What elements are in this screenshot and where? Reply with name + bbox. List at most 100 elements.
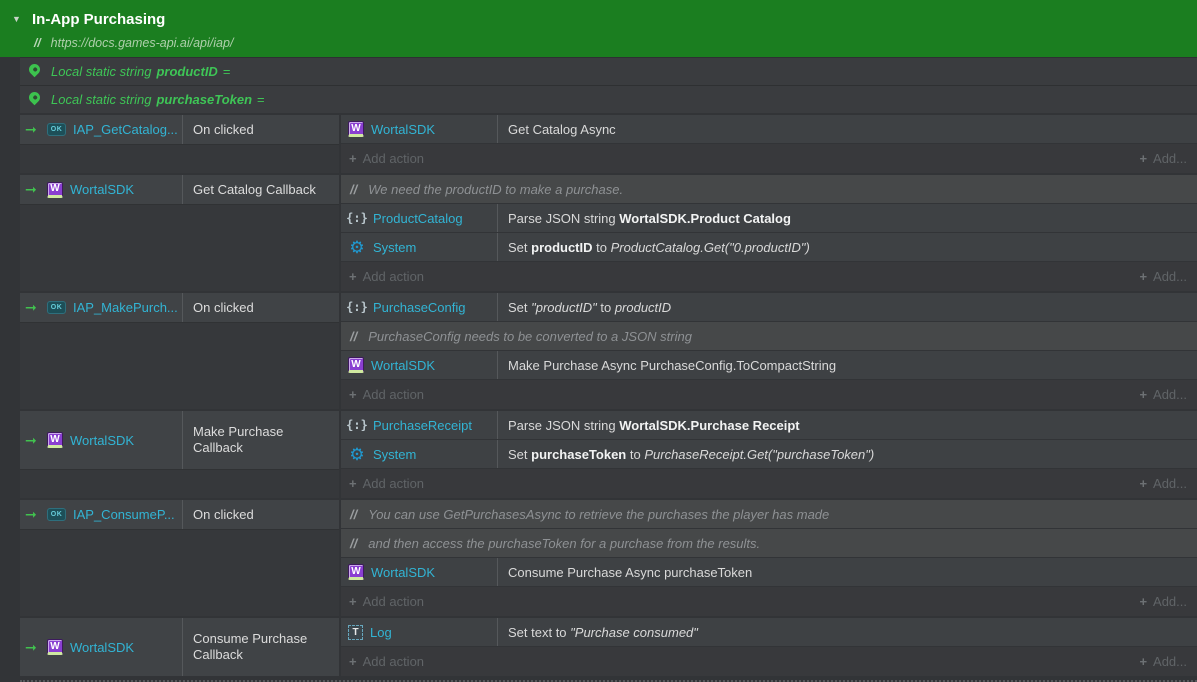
event-condition[interactable]: ➞ W WortalSDK Get Catalog Callback [20,175,339,204]
action-text[interactable]: Set purchaseToken to PurchaseReceipt.Get… [498,440,1197,468]
group-title[interactable]: In-App Purchasing [32,11,165,28]
condition-text[interactable]: Make Purchase Callback [183,411,339,469]
add-action-link[interactable]: +Add action [349,269,424,284]
condition-text[interactable]: Get Catalog Callback [183,175,339,204]
add-action-row: +Add action +Add... [341,144,1197,173]
action-text[interactable]: Set "productID" to productID [498,293,1197,321]
wortal-sdk-icon: W [47,432,63,448]
condition-object-name[interactable]: IAP_MakePurch... [73,300,178,315]
variable-pin-icon [27,62,43,78]
variable-declaration: Local static stringpurchaseToken= [51,92,265,107]
ok-button-icon: OK [47,301,66,314]
json-icon: {:} [348,211,366,225]
action-row[interactable]: ⚙ System Set productID to ProductCatalog… [341,233,1197,262]
event-block: ➞ W WortalSDK Get Catalog Callback // We… [20,175,1197,291]
condition-text[interactable]: Consume Purchase Callback [183,618,339,676]
add-more-link[interactable]: +Add... [1139,151,1187,166]
action-object-name[interactable]: ProductCatalog [373,211,463,226]
comment-slashes-icon: // [34,36,41,50]
action-object-name[interactable]: System [373,240,416,255]
add-more-link[interactable]: +Add... [1139,476,1187,491]
group-header: ▼ In-App Purchasing // https://docs.game… [0,0,1197,57]
action-text[interactable]: Set productID to ProductCatalog.Get("0.p… [498,233,1197,261]
add-action-link[interactable]: +Add action [349,151,424,166]
json-icon: {:} [348,300,366,314]
log-text-icon: T [348,625,363,640]
action-text[interactable]: Make Purchase Async PurchaseConfig.ToCom… [498,351,1197,379]
wortal-sdk-icon: W [348,357,364,373]
action-text[interactable]: Consume Purchase Async purchaseToken [498,558,1197,586]
event-condition[interactable]: ➞ W WortalSDK Make Purchase Callback [20,411,339,469]
event-condition[interactable]: ➞ OK IAP_MakePurch... On clicked [20,293,339,322]
action-text[interactable]: Parse JSON string WortalSDK.Product Cata… [498,204,1197,232]
comment-slashes-icon: // [350,507,357,522]
condition-text[interactable]: On clicked [183,293,339,322]
comment-text: We need the productID to make a purchase… [368,182,623,197]
condition-object-name[interactable]: WortalSDK [70,433,134,448]
condition-object-name[interactable]: WortalSDK [70,640,134,655]
comment-text: PurchaseConfig needs to be converted to … [368,329,692,344]
action-row[interactable]: T Log Set text to "Purchase consumed" [341,618,1197,647]
condition-text[interactable]: On clicked [183,500,339,529]
system-gear-icon: ⚙ [348,446,366,463]
event-condition[interactable]: ➞ W WortalSDK Consume Purchase Callback [20,618,339,676]
add-more-link[interactable]: +Add... [1139,269,1187,284]
condition-object-name[interactable]: WortalSDK [70,182,134,197]
action-row[interactable]: W WortalSDK Consume Purchase Async purch… [341,558,1197,587]
action-text[interactable]: Get Catalog Async [498,115,1197,143]
add-more-link[interactable]: +Add... [1139,654,1187,669]
add-action-link[interactable]: +Add action [349,654,424,669]
action-row[interactable]: W WortalSDK Get Catalog Async [341,115,1197,144]
comment-row[interactable]: // You can use GetPurchasesAsync to retr… [341,500,1197,529]
collapse-arrow-icon[interactable]: ▼ [12,14,32,24]
action-object-name[interactable]: WortalSDK [371,122,435,137]
condition-text[interactable]: On clicked [183,115,339,144]
event-block: ➞ OK IAP_ConsumeP... On clicked // You c… [20,500,1197,616]
action-row[interactable]: {:} PurchaseReceipt Parse JSON string Wo… [341,411,1197,440]
action-text[interactable]: Parse JSON string WortalSDK.Purchase Rec… [498,411,1197,439]
comment-text: and then access the purchaseToken for a … [368,536,760,551]
system-gear-icon: ⚙ [348,239,366,256]
action-row[interactable]: {:} ProductCatalog Parse JSON string Wor… [341,204,1197,233]
group-comment[interactable]: https://docs.games-api.ai/api/iap/ [51,36,234,50]
add-action-row: +Add action +Add... [341,647,1197,676]
condition-object-name[interactable]: IAP_GetCatalog... [73,122,178,137]
add-more-link[interactable]: +Add... [1139,594,1187,609]
action-row[interactable]: ⚙ System Set purchaseToken to PurchaseRe… [341,440,1197,469]
action-row[interactable]: {:} PurchaseConfig Set "productID" to pr… [341,293,1197,322]
variable-declaration: Local static stringproductID= [51,64,230,79]
condition-empty-area [20,529,339,616]
add-action-row: +Add action +Add... [341,262,1197,291]
add-action-row: +Add action +Add... [341,469,1197,498]
wortal-sdk-icon: W [47,639,63,655]
event-arrow-icon: ➞ [25,506,47,523]
add-action-link[interactable]: +Add action [349,594,424,609]
action-object-name[interactable]: WortalSDK [371,358,435,373]
action-object-name[interactable]: Log [370,625,392,640]
comment-row[interactable]: // and then access the purchaseToken for… [341,529,1197,558]
action-object-name[interactable]: WortalSDK [371,565,435,580]
json-icon: {:} [348,418,366,432]
comment-row[interactable]: // We need the productID to make a purch… [341,175,1197,204]
action-text[interactable]: Set text to "Purchase consumed" [498,618,1197,646]
action-object-name[interactable]: System [373,447,416,462]
event-arrow-icon: ➞ [25,299,47,316]
action-object-name[interactable]: PurchaseReceipt [373,418,472,433]
add-action-row: +Add action +Add... [341,587,1197,616]
action-row[interactable]: W WortalSDK Make Purchase Async Purchase… [341,351,1197,380]
comment-slashes-icon: // [350,182,357,197]
wortal-sdk-icon: W [348,121,364,137]
event-condition[interactable]: ➞ OK IAP_GetCatalog... On clicked [20,115,339,144]
event-arrow-icon: ➞ [25,121,47,138]
add-action-link[interactable]: +Add action [349,387,424,402]
comment-row[interactable]: // PurchaseConfig needs to be converted … [341,322,1197,351]
action-object-name[interactable]: PurchaseConfig [373,300,466,315]
event-block: ➞ OK IAP_MakePurch... On clicked {:} Pur… [20,293,1197,409]
condition-object-name[interactable]: IAP_ConsumeP... [73,507,175,522]
add-action-link[interactable]: +Add action [349,476,424,491]
comment-slashes-icon: // [350,536,357,551]
add-more-link[interactable]: +Add... [1139,387,1187,402]
variable-row-productid[interactable]: Local static stringproductID= [20,57,1197,85]
variable-row-purchasetoken[interactable]: Local static stringpurchaseToken= [20,85,1197,113]
event-condition[interactable]: ➞ OK IAP_ConsumeP... On clicked [20,500,339,529]
